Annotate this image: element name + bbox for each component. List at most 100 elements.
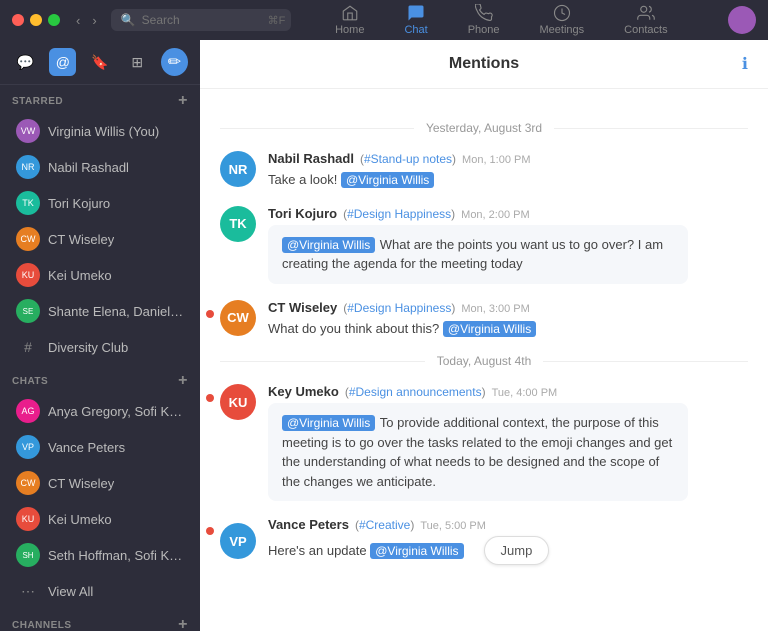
starred-item-tori[interactable]: TK Tori Kojuro	[4, 186, 196, 220]
chat-item-seth[interactable]: SH Seth Hoffman, Sofi Kaiser...	[4, 538, 196, 572]
avatar-msg-tori: TK	[220, 206, 256, 242]
unread-dot-ct	[206, 310, 214, 318]
mention-virginia-5: @Virginia Willis	[370, 543, 463, 559]
nav-chat[interactable]: Chat	[396, 0, 435, 40]
hash-icon-diversity: #	[16, 335, 40, 359]
avatar-shante: SE	[16, 299, 40, 323]
msg-header-tori: Tori Kojuro (#Design Happiness) Mon, 2:0…	[268, 206, 748, 221]
msg-text-nabil: Take a look! @Virginia Willis	[268, 170, 748, 190]
channel-link-announcements[interactable]: #Design announcements	[349, 385, 482, 399]
unread-dot-key	[206, 394, 214, 402]
starred-kei-label: Kei Umeko	[48, 268, 112, 283]
starred-item-nabil[interactable]: NR Nabil Rashadl	[4, 150, 196, 184]
sidebar-chat-icon[interactable]: 💬	[12, 48, 39, 76]
avatar-vance: VP	[16, 435, 40, 459]
search-input[interactable]	[142, 13, 262, 27]
nav-home-label: Home	[335, 24, 364, 36]
titlebar: ‹ › 🔍 ⌘F Home Chat Phone Meetings Contac…	[0, 0, 768, 40]
date-today-label: Today, August 4th	[437, 354, 532, 368]
nav-arrows: ‹ ›	[72, 11, 101, 30]
sidebar-at-icon[interactable]: @	[49, 48, 76, 76]
channel-link-standup[interactable]: #Stand-up notes	[364, 152, 452, 166]
msg-header-nabil: Nabil Rashadl (#Stand-up notes) Mon, 1:0…	[268, 151, 748, 166]
back-button[interactable]: ‹	[72, 11, 84, 30]
channel-link-happiness[interactable]: #Design Happiness	[347, 207, 451, 221]
msg-header-vance: Vance Peters (#Creative) Tue, 5:00 PM	[268, 517, 748, 532]
msg-sender-ct: CT Wiseley	[268, 300, 337, 315]
avatar-anya: AG	[16, 399, 40, 423]
msg-time-tori: Mon, 2:00 PM	[461, 209, 529, 221]
chat-anya-label: Anya Gregory, Sofi Kaiser...	[48, 404, 184, 419]
channels-add-button[interactable]: +	[178, 617, 188, 631]
starred-add-button[interactable]: +	[178, 93, 188, 109]
starred-virginia-label: Virginia Willis (You)	[48, 124, 159, 139]
msg-body-key: Key Umeko (#Design announcements) Tue, 4…	[268, 384, 748, 501]
sidebar-grid-icon[interactable]: ⊞	[124, 48, 151, 76]
chat-item-kei[interactable]: KU Kei Umeko	[4, 502, 196, 536]
chats-add-button[interactable]: +	[178, 373, 188, 389]
channel-link-creative[interactable]: #Creative	[359, 518, 410, 532]
nav-phone[interactable]: Phone	[460, 0, 508, 40]
nav-contacts[interactable]: Contacts	[616, 0, 675, 40]
channel-link-happiness2[interactable]: #Design Happiness	[347, 301, 451, 315]
date-divider-today: Today, August 4th	[220, 354, 748, 368]
msg-body-ct: CT Wiseley (#Design Happiness) Mon, 3:00…	[268, 300, 748, 339]
msg-channel-nabil: (#Stand-up notes)	[360, 152, 456, 166]
avatar-msg-vance: VP	[220, 523, 256, 559]
starred-item-virginia[interactable]: VW Virginia Willis (You)	[4, 114, 196, 148]
chat-item-vance[interactable]: VP Vance Peters	[4, 430, 196, 464]
msg-channel-key: (#Design announcements)	[345, 385, 486, 399]
date-yesterday-label: Yesterday, August 3rd	[426, 121, 542, 135]
chats-label: Chats	[12, 376, 48, 387]
starred-tori-label: Tori Kojuro	[48, 196, 110, 211]
minimize-button[interactable]	[30, 14, 42, 26]
msg-bubble-tori: @Virginia Willis What are the points you…	[268, 225, 688, 284]
chat-seth-label: Seth Hoffman, Sofi Kaiser...	[48, 548, 184, 563]
starred-label: Starred	[12, 96, 63, 107]
channels-section-header: Channels +	[0, 609, 200, 631]
sidebar-icon-row: 💬 @ 🔖 ⊞ ✏	[0, 40, 200, 85]
msg-sender-key: Key Umeko	[268, 384, 339, 399]
close-button[interactable]	[12, 14, 24, 26]
top-nav: Home Chat Phone Meetings Contacts	[327, 0, 675, 40]
starred-item-diversity[interactable]: # Diversity Club	[4, 330, 196, 364]
table-row: VP Vance Peters (#Creative) Tue, 5:00 PM…	[220, 517, 748, 565]
mention-virginia-4: @Virginia Willis	[282, 415, 375, 431]
maximize-button[interactable]	[48, 14, 60, 26]
nav-phone-label: Phone	[468, 24, 500, 36]
nav-meetings[interactable]: Meetings	[532, 0, 593, 40]
sidebar-bookmark-icon[interactable]: 🔖	[86, 48, 113, 76]
chat-ct-label: CT Wiseley	[48, 476, 114, 491]
user-avatar[interactable]	[728, 6, 756, 34]
jump-button[interactable]: Jump	[484, 536, 550, 565]
table-row: KU Key Umeko (#Design announcements) Tue…	[220, 384, 748, 501]
nav-meetings-label: Meetings	[540, 24, 585, 36]
starred-item-kei[interactable]: KU Kei Umeko	[4, 258, 196, 292]
mention-virginia-2: @Virginia Willis	[282, 237, 375, 253]
starred-ct-label: CT Wiseley	[48, 232, 114, 247]
forward-button[interactable]: ›	[88, 11, 100, 30]
starred-item-shante[interactable]: SE Shante Elena, Daniel Bow...	[4, 294, 196, 328]
starred-diversity-label: Diversity Club	[48, 340, 128, 355]
msg-text-ct: What do you think about this? @Virginia …	[268, 319, 748, 339]
page-title: Mentions	[396, 55, 572, 73]
chat-item-ct[interactable]: CW CT Wiseley	[4, 466, 196, 500]
msg-time-ct: Mon, 3:00 PM	[461, 303, 529, 315]
table-row: CW CT Wiseley (#Design Happiness) Mon, 3…	[220, 300, 748, 339]
avatar-seth: SH	[16, 543, 40, 567]
date-divider-yesterday: Yesterday, August 3rd	[220, 121, 748, 135]
msg-sender-nabil: Nabil Rashadl	[268, 151, 354, 166]
avatar-virginia: VW	[16, 119, 40, 143]
msg-channel-tori: (#Design Happiness)	[343, 207, 455, 221]
chat-item-anya[interactable]: AG Anya Gregory, Sofi Kaiser...	[4, 394, 196, 428]
msg-header-ct: CT Wiseley (#Design Happiness) Mon, 3:00…	[268, 300, 748, 315]
avatar-kei2: KU	[16, 507, 40, 531]
chat-view-all[interactable]: ⋯ View All	[4, 574, 196, 608]
avatar-kei: KU	[16, 263, 40, 287]
compose-button[interactable]: ✏	[161, 48, 188, 76]
avatar-ct2: CW	[16, 471, 40, 495]
starred-item-ct[interactable]: CW CT Wiseley	[4, 222, 196, 256]
nav-home[interactable]: Home	[327, 0, 372, 40]
info-icon[interactable]: ℹ	[742, 54, 748, 74]
search-bar[interactable]: 🔍 ⌘F	[111, 9, 291, 31]
